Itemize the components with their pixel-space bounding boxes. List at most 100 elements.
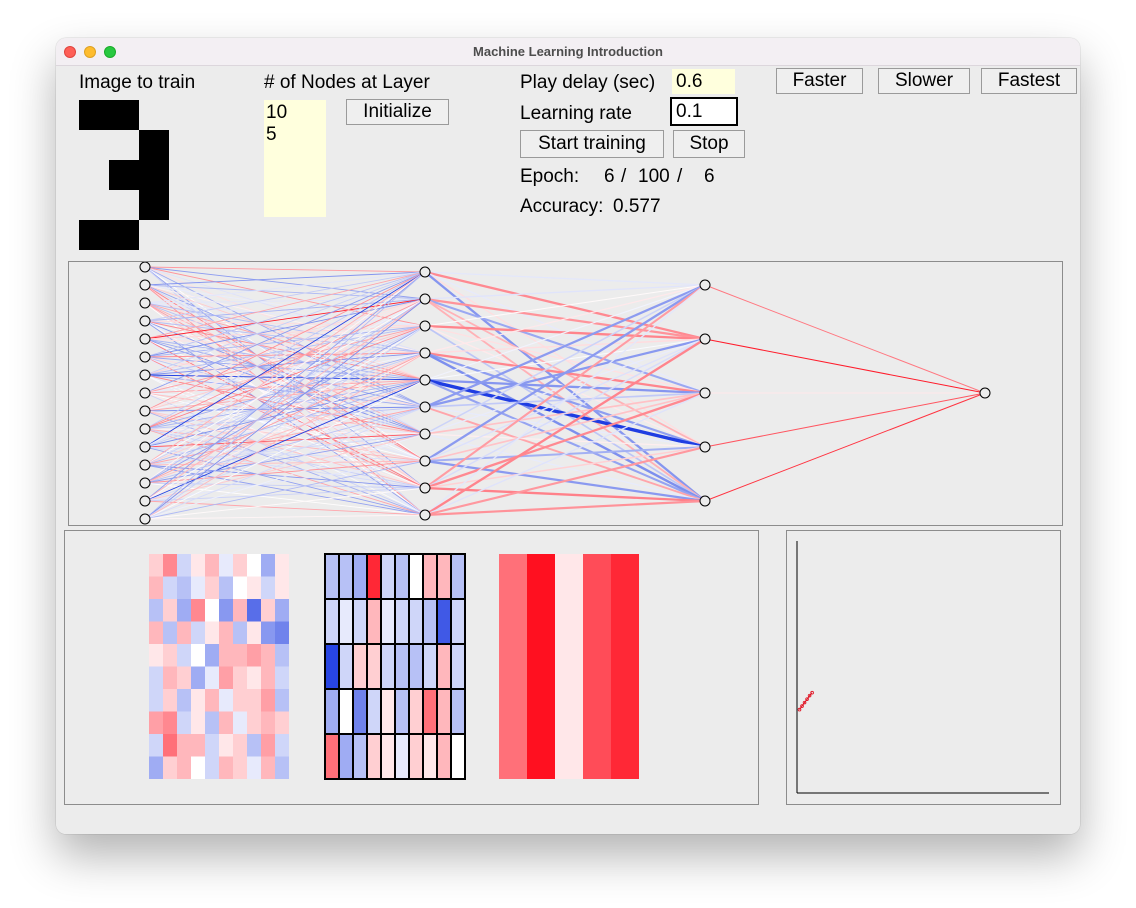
heatmap-cell	[149, 711, 163, 734]
heatmap-cell	[324, 688, 340, 735]
network-node	[419, 428, 431, 440]
heatmap-cell	[261, 734, 275, 757]
heatmap-cell	[366, 643, 382, 690]
heatmap-cell	[149, 554, 163, 577]
heatmap-cell	[149, 644, 163, 667]
network-edge	[704, 284, 986, 394]
heatmap-cell	[219, 689, 233, 712]
faster-button[interactable]: Faster	[776, 68, 863, 94]
heatmap-cell	[338, 733, 354, 780]
heatmap-cell	[275, 756, 289, 779]
heatmap-cell	[205, 689, 219, 712]
heatmap-cell	[163, 576, 177, 599]
heatmap-cell	[149, 621, 163, 644]
heatmap-cell	[149, 734, 163, 757]
network-node	[139, 369, 151, 381]
heatmap-cell	[163, 666, 177, 689]
heatmap-cell	[191, 599, 205, 622]
heatmap-cell	[422, 733, 438, 780]
heatmap-cell	[352, 553, 368, 600]
network-node	[699, 495, 711, 507]
heatmap-cell	[261, 756, 275, 779]
heatmap-cell	[422, 643, 438, 690]
network-node	[139, 333, 151, 345]
heatmap-cell	[233, 576, 247, 599]
network-node	[139, 423, 151, 435]
slower-button[interactable]: Slower	[878, 68, 970, 94]
heatmap-cell	[380, 733, 396, 780]
image-pixel	[109, 160, 139, 190]
heatmap-cell	[177, 734, 191, 757]
fastest-button[interactable]: Fastest	[981, 68, 1077, 94]
heatmap-cell	[219, 621, 233, 644]
network-node	[139, 262, 151, 273]
heatmap-cell	[191, 689, 205, 712]
heatmap-cell	[205, 599, 219, 622]
heatmap-cell	[366, 733, 382, 780]
layer-1-value[interactable]: 10	[266, 102, 326, 124]
nodes-at-layer-label: # of Nodes at Layer	[264, 72, 430, 93]
heatmap-cell	[149, 666, 163, 689]
heatmap-cell	[247, 734, 261, 757]
weights-panel	[64, 530, 759, 805]
heatmap-cell	[177, 711, 191, 734]
heatmap-cell	[233, 554, 247, 577]
network-node	[419, 320, 431, 332]
heatmap-cell	[338, 643, 354, 690]
heatmap-cell	[408, 733, 424, 780]
heatmap-cell	[247, 711, 261, 734]
heatmap-cell	[408, 553, 424, 600]
app-window: Machine Learning Introduction Image to t…	[56, 38, 1080, 834]
heatmap-cell	[205, 576, 219, 599]
network-node	[699, 333, 711, 345]
network-edge	[704, 392, 986, 448]
network-node	[419, 374, 431, 386]
layer-nodes-list[interactable]: 10 5	[264, 100, 326, 217]
heatmap-cell	[324, 643, 340, 690]
heatmap-cell	[380, 688, 396, 735]
weight-heatmaps	[149, 553, 639, 780]
heatmap-cell	[163, 644, 177, 667]
start-training-button[interactable]: Start training	[520, 130, 664, 158]
heatmap-cell	[275, 576, 289, 599]
heatmap-cell	[247, 756, 261, 779]
stop-button[interactable]: Stop	[673, 130, 745, 158]
heatmap-cell	[275, 689, 289, 712]
heatmap-cell	[338, 553, 354, 600]
heatmap-cell	[275, 666, 289, 689]
network-edges	[144, 266, 986, 520]
heatmap-cell	[219, 756, 233, 779]
output-weight-bar	[555, 554, 583, 779]
play-delay-label: Play delay (sec)	[520, 72, 656, 93]
network-node	[419, 482, 431, 494]
network-node	[139, 387, 151, 399]
layer-2-value[interactable]: 5	[266, 124, 326, 146]
heatmap-cell	[177, 666, 191, 689]
network-node	[139, 351, 151, 363]
learning-rate-field[interactable]	[670, 97, 738, 126]
heatmap-cell	[366, 598, 382, 645]
heatmap-cell	[149, 599, 163, 622]
heatmap-cell	[394, 688, 410, 735]
network-edge	[424, 284, 706, 462]
heatmap-cell	[233, 734, 247, 757]
play-delay-field[interactable]	[672, 69, 735, 94]
heatmap-cell	[163, 756, 177, 779]
heatmap-cell	[436, 688, 452, 735]
heatmap-cell	[247, 621, 261, 644]
heatmap-cell	[163, 711, 177, 734]
output-weight-bar	[611, 554, 639, 779]
heatmap-cell	[177, 621, 191, 644]
heatmap-cell	[247, 666, 261, 689]
heatmap-cell	[450, 553, 466, 600]
network-edge	[704, 392, 986, 502]
heatmap-cell	[352, 733, 368, 780]
epoch-label: Epoch:	[520, 166, 580, 187]
initialize-button[interactable]: Initialize	[346, 99, 449, 125]
heatmap-cell	[261, 554, 275, 577]
learning-rate-label: Learning rate	[520, 103, 632, 124]
image-pixel	[139, 160, 169, 190]
network-node	[139, 405, 151, 417]
heatmap-cell	[394, 733, 410, 780]
heatmap-cell	[261, 576, 275, 599]
